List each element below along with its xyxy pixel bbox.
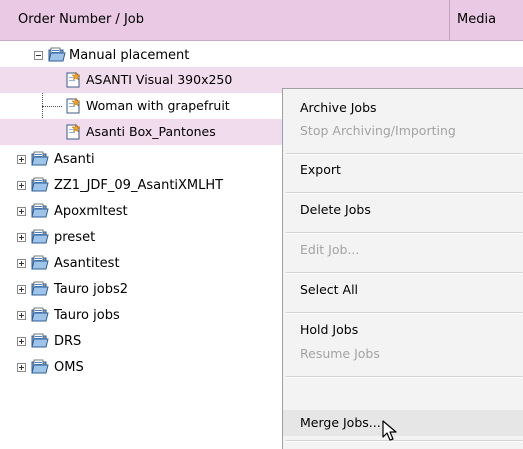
menu-item-merge-jobs[interactable]: Merge Jobs... xyxy=(283,410,523,436)
tree-group-row[interactable]: Manual placement xyxy=(0,43,523,69)
job-folder-icon xyxy=(31,177,49,192)
menu-item-export[interactable]: Export xyxy=(283,158,523,182)
collapse-toggle-icon[interactable] xyxy=(34,51,43,60)
expand-toggle-icon[interactable] xyxy=(17,337,26,346)
tree-job-label: ASANTI Visual 390x250 xyxy=(86,72,233,87)
menu-separator xyxy=(286,232,522,234)
job-folder-icon xyxy=(31,359,49,374)
tree-folder-label: Asantitest xyxy=(54,256,120,271)
menu-item-edit-job: Edit Job... xyxy=(300,242,360,257)
menu-item-hold-jobs[interactable]: Hold Jobs xyxy=(283,318,523,342)
tree-folder-label: DRS xyxy=(54,334,82,349)
tree-group-label: Manual placement xyxy=(69,48,190,63)
job-folder-icon xyxy=(31,229,49,244)
menu-separator xyxy=(286,192,522,194)
column-header-order-number[interactable]: Order Number / Job xyxy=(18,12,144,27)
expand-toggle-icon[interactable] xyxy=(17,363,26,372)
tree-folder-label: Apoxmltest xyxy=(54,204,128,219)
menu-item-archive-jobs[interactable]: Archive Jobs xyxy=(283,97,523,119)
job-folder-icon xyxy=(31,255,49,270)
job-folder-icon xyxy=(48,47,66,62)
mouse-pointer-icon xyxy=(382,420,397,441)
context-menu: Archive Jobs Stop Archiving/Importing Ex… xyxy=(282,88,523,449)
column-header: Order Number / Job Media xyxy=(0,0,523,41)
tree-job-label: Woman with grapefruit xyxy=(86,98,230,113)
menu-item-resume-jobs: Resume Jobs xyxy=(300,346,380,361)
expand-toggle-icon[interactable] xyxy=(17,181,26,190)
tree-folder-label: OMS xyxy=(54,360,84,375)
expand-toggle-icon[interactable] xyxy=(17,285,26,294)
menu-item-select-all[interactable]: Select All xyxy=(283,278,523,302)
menu-separator xyxy=(286,312,522,314)
tree-folder-label: Asanti xyxy=(54,152,95,167)
menu-separator xyxy=(286,153,522,155)
menu-separator xyxy=(286,272,522,274)
job-icon xyxy=(66,123,81,140)
tree-folder-label: preset xyxy=(54,230,96,245)
job-folder-icon xyxy=(31,333,49,348)
expand-toggle-icon[interactable] xyxy=(17,311,26,320)
job-folder-icon xyxy=(31,281,49,296)
column-header-media[interactable]: Media xyxy=(457,12,496,27)
job-icon xyxy=(66,97,81,114)
menu-separator xyxy=(286,440,522,442)
expand-toggle-icon[interactable] xyxy=(17,259,26,268)
menu-item-delete-jobs[interactable]: Delete Jobs xyxy=(283,198,523,222)
tree-folder-label: ZZ1_JDF_09_AsantiXMLHT xyxy=(54,178,224,193)
job-folder-icon xyxy=(31,307,49,322)
expand-toggle-icon[interactable] xyxy=(17,155,26,164)
tree-job-label: Asanti Box_Pantones xyxy=(86,124,216,139)
tree-folder-label: Tauro jobs2 xyxy=(54,282,129,297)
job-folder-icon xyxy=(31,203,49,218)
menu-separator xyxy=(286,376,522,378)
tree-folder-label: Tauro jobs xyxy=(54,308,120,323)
expand-toggle-icon[interactable] xyxy=(17,233,26,242)
job-folder-icon xyxy=(31,151,49,166)
menu-item-stop-archiving: Stop Archiving/Importing xyxy=(300,123,456,138)
expand-toggle-icon[interactable] xyxy=(17,207,26,216)
job-icon xyxy=(66,71,81,88)
column-divider[interactable] xyxy=(449,0,450,41)
